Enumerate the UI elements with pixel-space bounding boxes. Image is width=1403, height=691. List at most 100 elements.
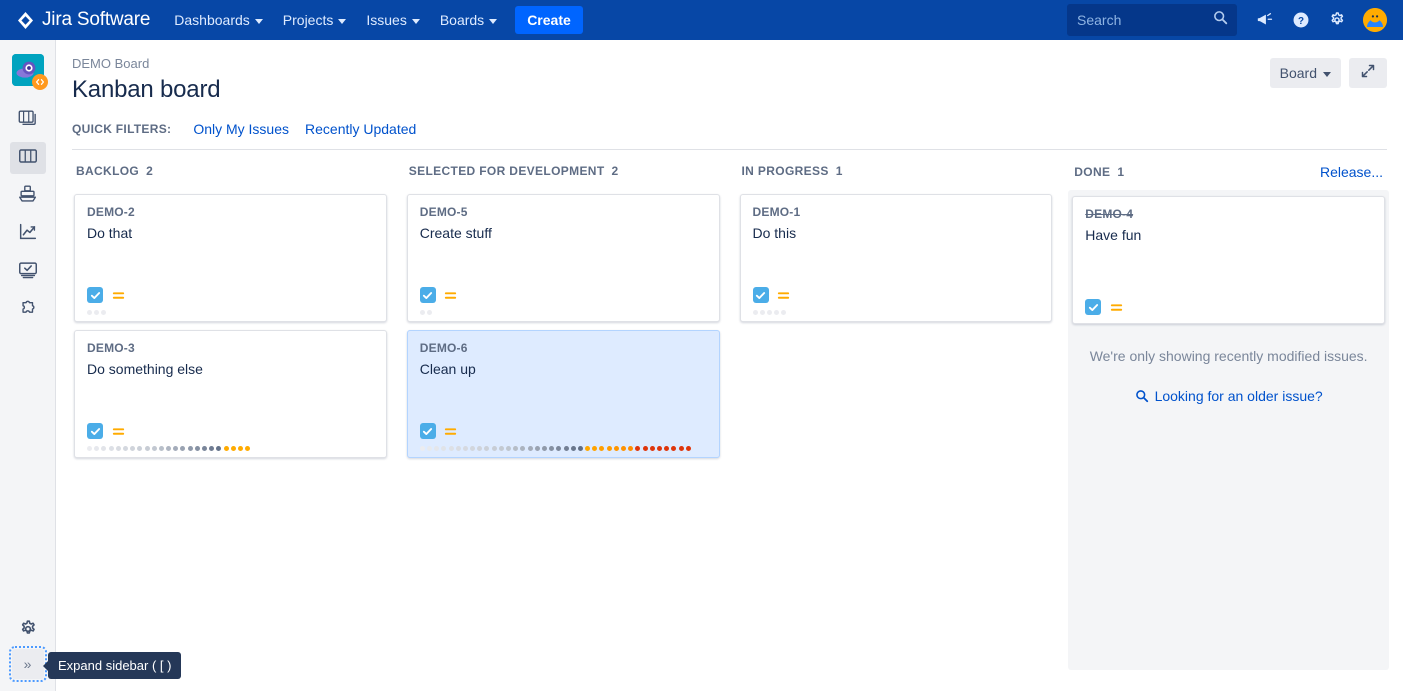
day-dot: [649, 445, 655, 451]
day-dot: [158, 445, 164, 451]
issue-summary: Have fun: [1085, 227, 1142, 243]
day-dot: [216, 445, 222, 451]
issue-card[interactable]: DEMO-6 Clean up: [406, 330, 720, 458]
column-message: We're only showing recently modified iss…: [1089, 348, 1368, 364]
user-avatar[interactable]: [1363, 8, 1387, 32]
day-dot: [570, 445, 576, 451]
sidebar-item-releases[interactable]: [10, 180, 46, 212]
nav-item-issues-label: Issues: [366, 12, 407, 28]
day-dot: [151, 445, 157, 451]
day-dot: [592, 445, 598, 451]
column-header: IN PROGRESS 1: [736, 150, 1057, 188]
day-dot: [642, 445, 648, 451]
nav-item-projects[interactable]: Projects: [273, 4, 357, 36]
expand-sidebar-button[interactable]: »: [8, 646, 47, 682]
column-name: IN PROGRESS: [741, 164, 829, 178]
task-checkbox-icon[interactable]: [752, 287, 769, 303]
issue-card[interactable]: DEMO-1 Do this: [739, 194, 1053, 322]
project-settings-gear-icon[interactable]: [10, 613, 46, 645]
help-icon[interactable]: ?: [1285, 4, 1317, 36]
search-input[interactable]: [1068, 5, 1236, 35]
priority-medium-icon[interactable]: [443, 287, 459, 303]
day-dot: [774, 309, 780, 315]
fullscreen-button[interactable]: [1349, 58, 1387, 88]
priority-medium-icon[interactable]: [1108, 299, 1124, 315]
header-actions: Board: [1269, 58, 1387, 88]
days-in-column-indicator: [87, 445, 374, 451]
days-in-column-indicator: [419, 309, 707, 315]
nav-item-boards[interactable]: Boards: [430, 4, 507, 36]
create-button[interactable]: Create: [515, 6, 583, 34]
board-view-dropdown[interactable]: Board: [1269, 58, 1341, 88]
older-issue-link[interactable]: Looking for an older issue?: [1072, 380, 1385, 404]
sidebar-item-issues[interactable]: [10, 256, 46, 288]
priority-medium-icon[interactable]: [110, 423, 126, 439]
task-checkbox-icon[interactable]: [87, 423, 103, 439]
global-search[interactable]: [1067, 4, 1237, 36]
column-issue-count: 1: [835, 164, 843, 178]
ship-releases-icon: [17, 183, 39, 210]
priority-medium-icon[interactable]: [776, 287, 792, 303]
task-checkbox-icon[interactable]: [87, 287, 103, 303]
issue-key[interactable]: DEMO-4: [1085, 207, 1372, 221]
priority-medium-icon[interactable]: [110, 287, 126, 303]
day-dot: [194, 445, 200, 451]
settings-gear-icon[interactable]: [1321, 4, 1353, 36]
nav-item-boards-label: Boards: [439, 12, 485, 28]
issue-key[interactable]: DEMO-5: [420, 205, 707, 219]
announcements-icon[interactable]: [1249, 4, 1281, 36]
quick-filter-recently-updated[interactable]: Recently Updated: [297, 119, 424, 139]
day-dot: [455, 445, 461, 451]
task-checkbox-icon[interactable]: [1085, 299, 1102, 315]
days-in-column-indicator: [87, 309, 374, 315]
day-dot: [599, 445, 605, 451]
day-dot: [541, 445, 547, 451]
issue-card[interactable]: DEMO-2 Do that: [74, 194, 387, 322]
day-dot: [87, 309, 92, 315]
priority-medium-icon[interactable]: [443, 423, 459, 439]
quick-filter-only-my-issues[interactable]: Only My Issues: [185, 119, 297, 139]
search-icon: [1135, 389, 1149, 403]
older-issue-link-label: Looking for an older issue?: [1154, 388, 1323, 404]
issue-card[interactable]: DEMO-5 Create stuff: [406, 194, 720, 322]
issue-card[interactable]: DEMO-4 Have fun: [1072, 196, 1385, 324]
release-link[interactable]: Release...: [1320, 164, 1383, 180]
chevron-down-icon: [411, 18, 420, 24]
day-dot: [187, 445, 193, 451]
day-dot: [671, 445, 677, 451]
day-dot: [448, 445, 454, 451]
issue-key[interactable]: DEMO-6: [420, 341, 707, 355]
day-dot: [635, 445, 641, 451]
day-dot: [484, 445, 490, 451]
left-sidebar: » Expand sidebar ( [ ): [0, 40, 182, 691]
day-dot: [477, 445, 483, 451]
card-icons: [419, 285, 707, 305]
issue-key[interactable]: DEMO-3: [87, 341, 374, 355]
nav-item-dashboards[interactable]: Dashboards: [164, 4, 273, 36]
issue-summary: Do that: [87, 225, 133, 241]
sidebar-item-addons[interactable]: [10, 294, 46, 326]
issue-key[interactable]: DEMO-1: [753, 205, 1040, 219]
issue-key[interactable]: DEMO-2: [87, 205, 374, 219]
sidebar-item-reports[interactable]: [10, 218, 46, 250]
days-in-column-indicator: [419, 445, 707, 451]
card-footer: [87, 421, 374, 457]
jira-logo[interactable]: Jira Software: [0, 0, 164, 40]
sidebar-item-backlog[interactable]: [10, 104, 46, 136]
nav-item-issues[interactable]: Issues: [356, 4, 429, 36]
day-dot: [685, 445, 691, 451]
main-content: DEMO Board Kanban board Board QUICK FILT…: [56, 40, 1403, 691]
task-checkbox-icon[interactable]: [419, 287, 436, 303]
breadcrumb[interactable]: DEMO Board: [72, 56, 1387, 71]
day-dot: [441, 445, 447, 451]
day-dot: [230, 445, 236, 451]
page-header: DEMO Board Kanban board Board: [56, 40, 1403, 105]
issue-card[interactable]: DEMO-3 Do something else: [74, 330, 387, 458]
project-avatar-rocket[interactable]: [11, 54, 48, 90]
task-checkbox-icon[interactable]: [419, 423, 436, 439]
top-nav-right-actions: ?: [1067, 4, 1403, 36]
issues-monitor-icon: [17, 259, 39, 286]
sidebar-item-board[interactable]: [9, 142, 46, 174]
quick-filters-bar: QUICK FILTERS: Only My Issues Recently U…: [56, 105, 1403, 149]
column-body: DEMO-4 Have fun We're only showing recentl…: [1068, 190, 1389, 670]
